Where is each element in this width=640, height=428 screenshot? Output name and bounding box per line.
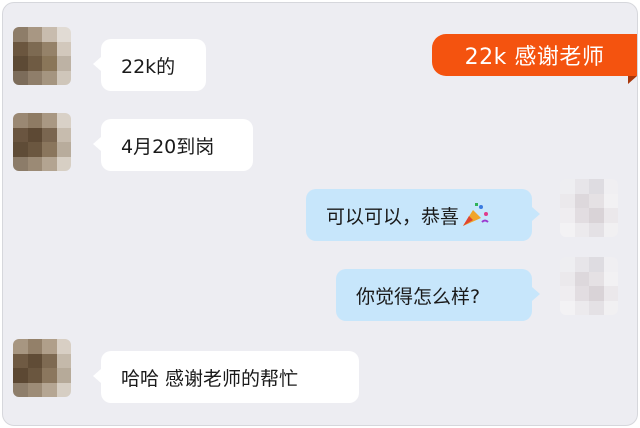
message-text: 4月20到岗 bbox=[121, 135, 215, 158]
offer-badge: 22k 感谢老师 bbox=[432, 34, 637, 84]
my-avatar[interactable] bbox=[560, 257, 618, 315]
message-text: 你觉得怎么样? bbox=[356, 285, 481, 308]
party-popper-icon bbox=[461, 202, 489, 228]
sender-avatar[interactable] bbox=[13, 27, 71, 85]
sender-avatar[interactable] bbox=[13, 339, 71, 397]
message-text: 22k的 bbox=[121, 55, 176, 78]
message-bubble-incoming[interactable]: 22k的 bbox=[93, 39, 206, 91]
offer-badge-text: 22k 感谢老师 bbox=[464, 45, 605, 70]
message-bubble-incoming[interactable]: 4月20到岗 bbox=[93, 119, 253, 171]
message-bubble-outgoing[interactable]: 你觉得怎么样? bbox=[336, 269, 540, 321]
my-avatar[interactable] bbox=[560, 179, 618, 237]
message-bubble-outgoing[interactable]: 可以可以，恭喜 bbox=[306, 189, 540, 241]
message-text: 哈哈 感谢老师的帮忙 bbox=[121, 367, 299, 390]
chat-window: 22k 感谢老师 22k的 4月20到岗 可以可以，恭喜 你觉得怎么样? 哈哈 … bbox=[2, 2, 638, 426]
sender-avatar[interactable] bbox=[13, 113, 71, 171]
message-text: 可以可以，恭喜 bbox=[326, 205, 460, 228]
message-bubble-incoming[interactable]: 哈哈 感谢老师的帮忙 bbox=[93, 351, 359, 403]
